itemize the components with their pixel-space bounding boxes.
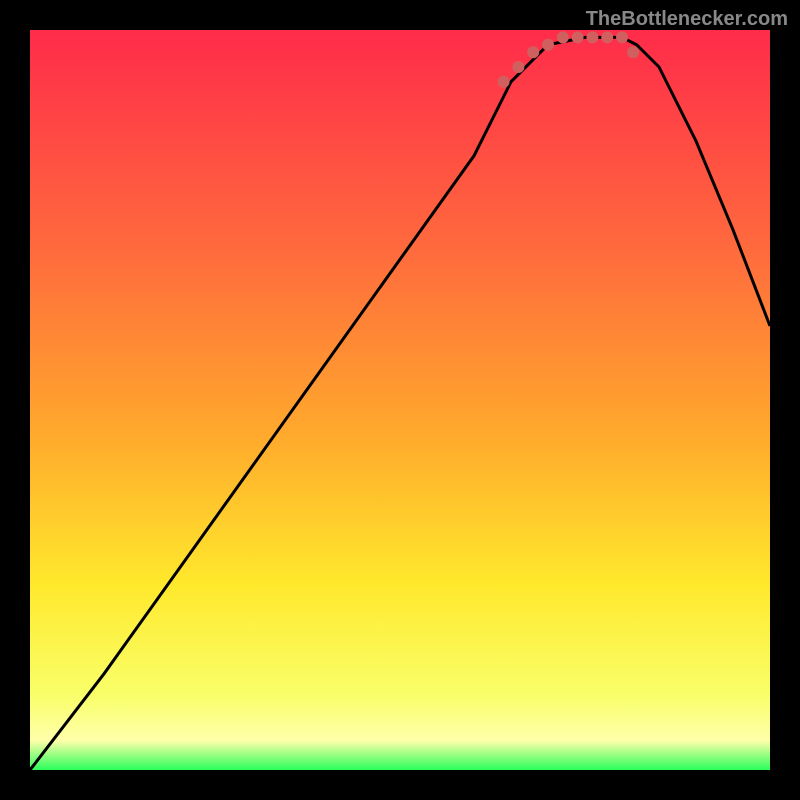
marker-dot — [512, 61, 524, 73]
marker-dot — [542, 39, 554, 51]
marker-dot — [572, 31, 584, 43]
marker-dot — [627, 46, 639, 58]
marker-dot — [557, 31, 569, 43]
marker-dot — [616, 31, 628, 43]
marker-dot — [601, 31, 613, 43]
chart-plot-area — [30, 30, 770, 770]
marker-dot — [586, 31, 598, 43]
watermark-text: TheBottlenecker.com — [586, 8, 788, 31]
marker-dot — [498, 76, 510, 88]
marker-dot — [527, 46, 539, 58]
marker-dots-group — [498, 31, 639, 87]
optimal-markers — [30, 30, 770, 770]
